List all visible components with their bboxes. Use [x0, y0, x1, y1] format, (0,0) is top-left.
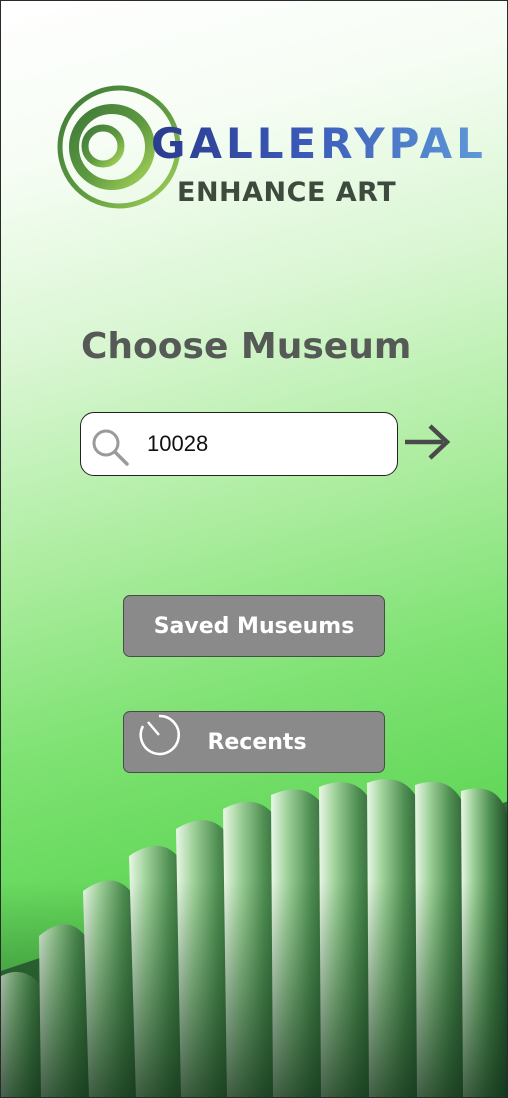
museum-search-input[interactable] — [147, 429, 367, 459]
brand-tagline: ENHANCE ART — [177, 177, 397, 208]
search-icon — [92, 429, 129, 466]
saved-museums-button[interactable]: Saved Museums — [123, 595, 385, 657]
brand-name: GALLERYPAL — [151, 119, 487, 168]
page-title: Choose Museum — [81, 326, 412, 367]
recents-label: Recents — [207, 729, 307, 755]
arrow-right-icon[interactable] — [403, 421, 453, 463]
clock-icon — [139, 714, 180, 756]
app-screen: GALLERYPAL ENHANCE ART Choose Museum Sav… — [0, 0, 508, 1098]
saved-museums-label: Saved Museums — [153, 613, 355, 639]
green-fan-decoration — [1, 779, 507, 1097]
search-box[interactable] — [80, 412, 398, 476]
